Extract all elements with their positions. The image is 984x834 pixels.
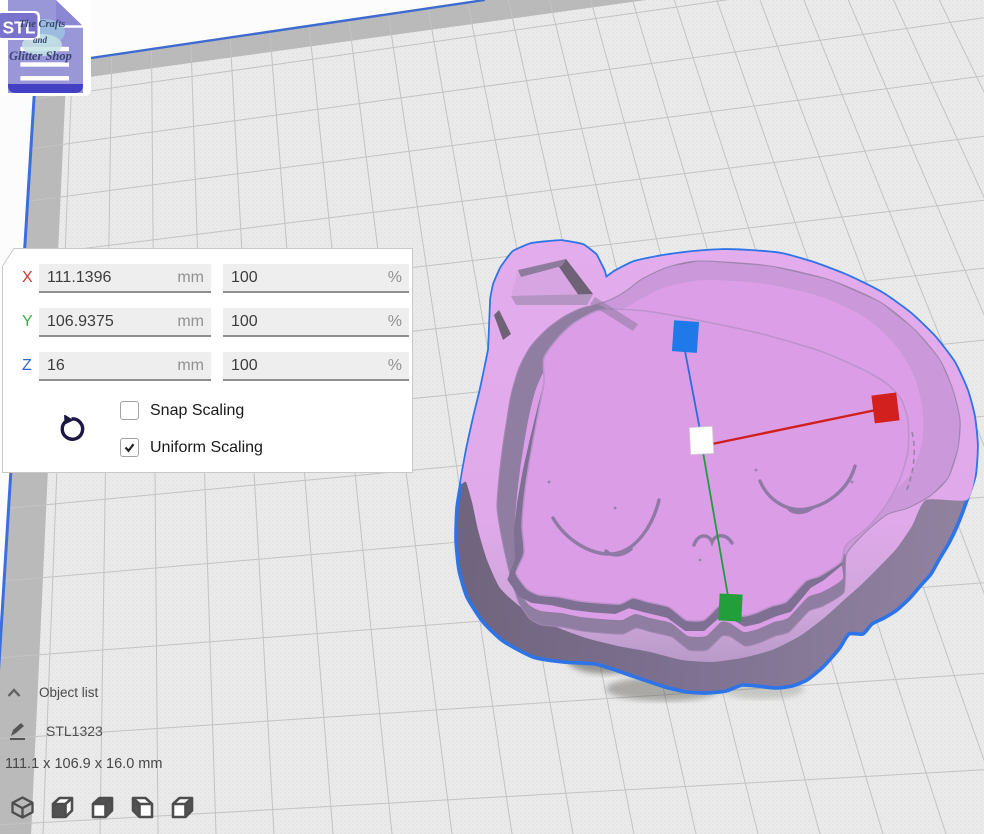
svg-text:The Crafts: The Crafts xyxy=(19,19,65,30)
svg-text:and: and xyxy=(33,35,48,45)
svg-text:Glitter Shop: Glitter Shop xyxy=(9,49,72,63)
